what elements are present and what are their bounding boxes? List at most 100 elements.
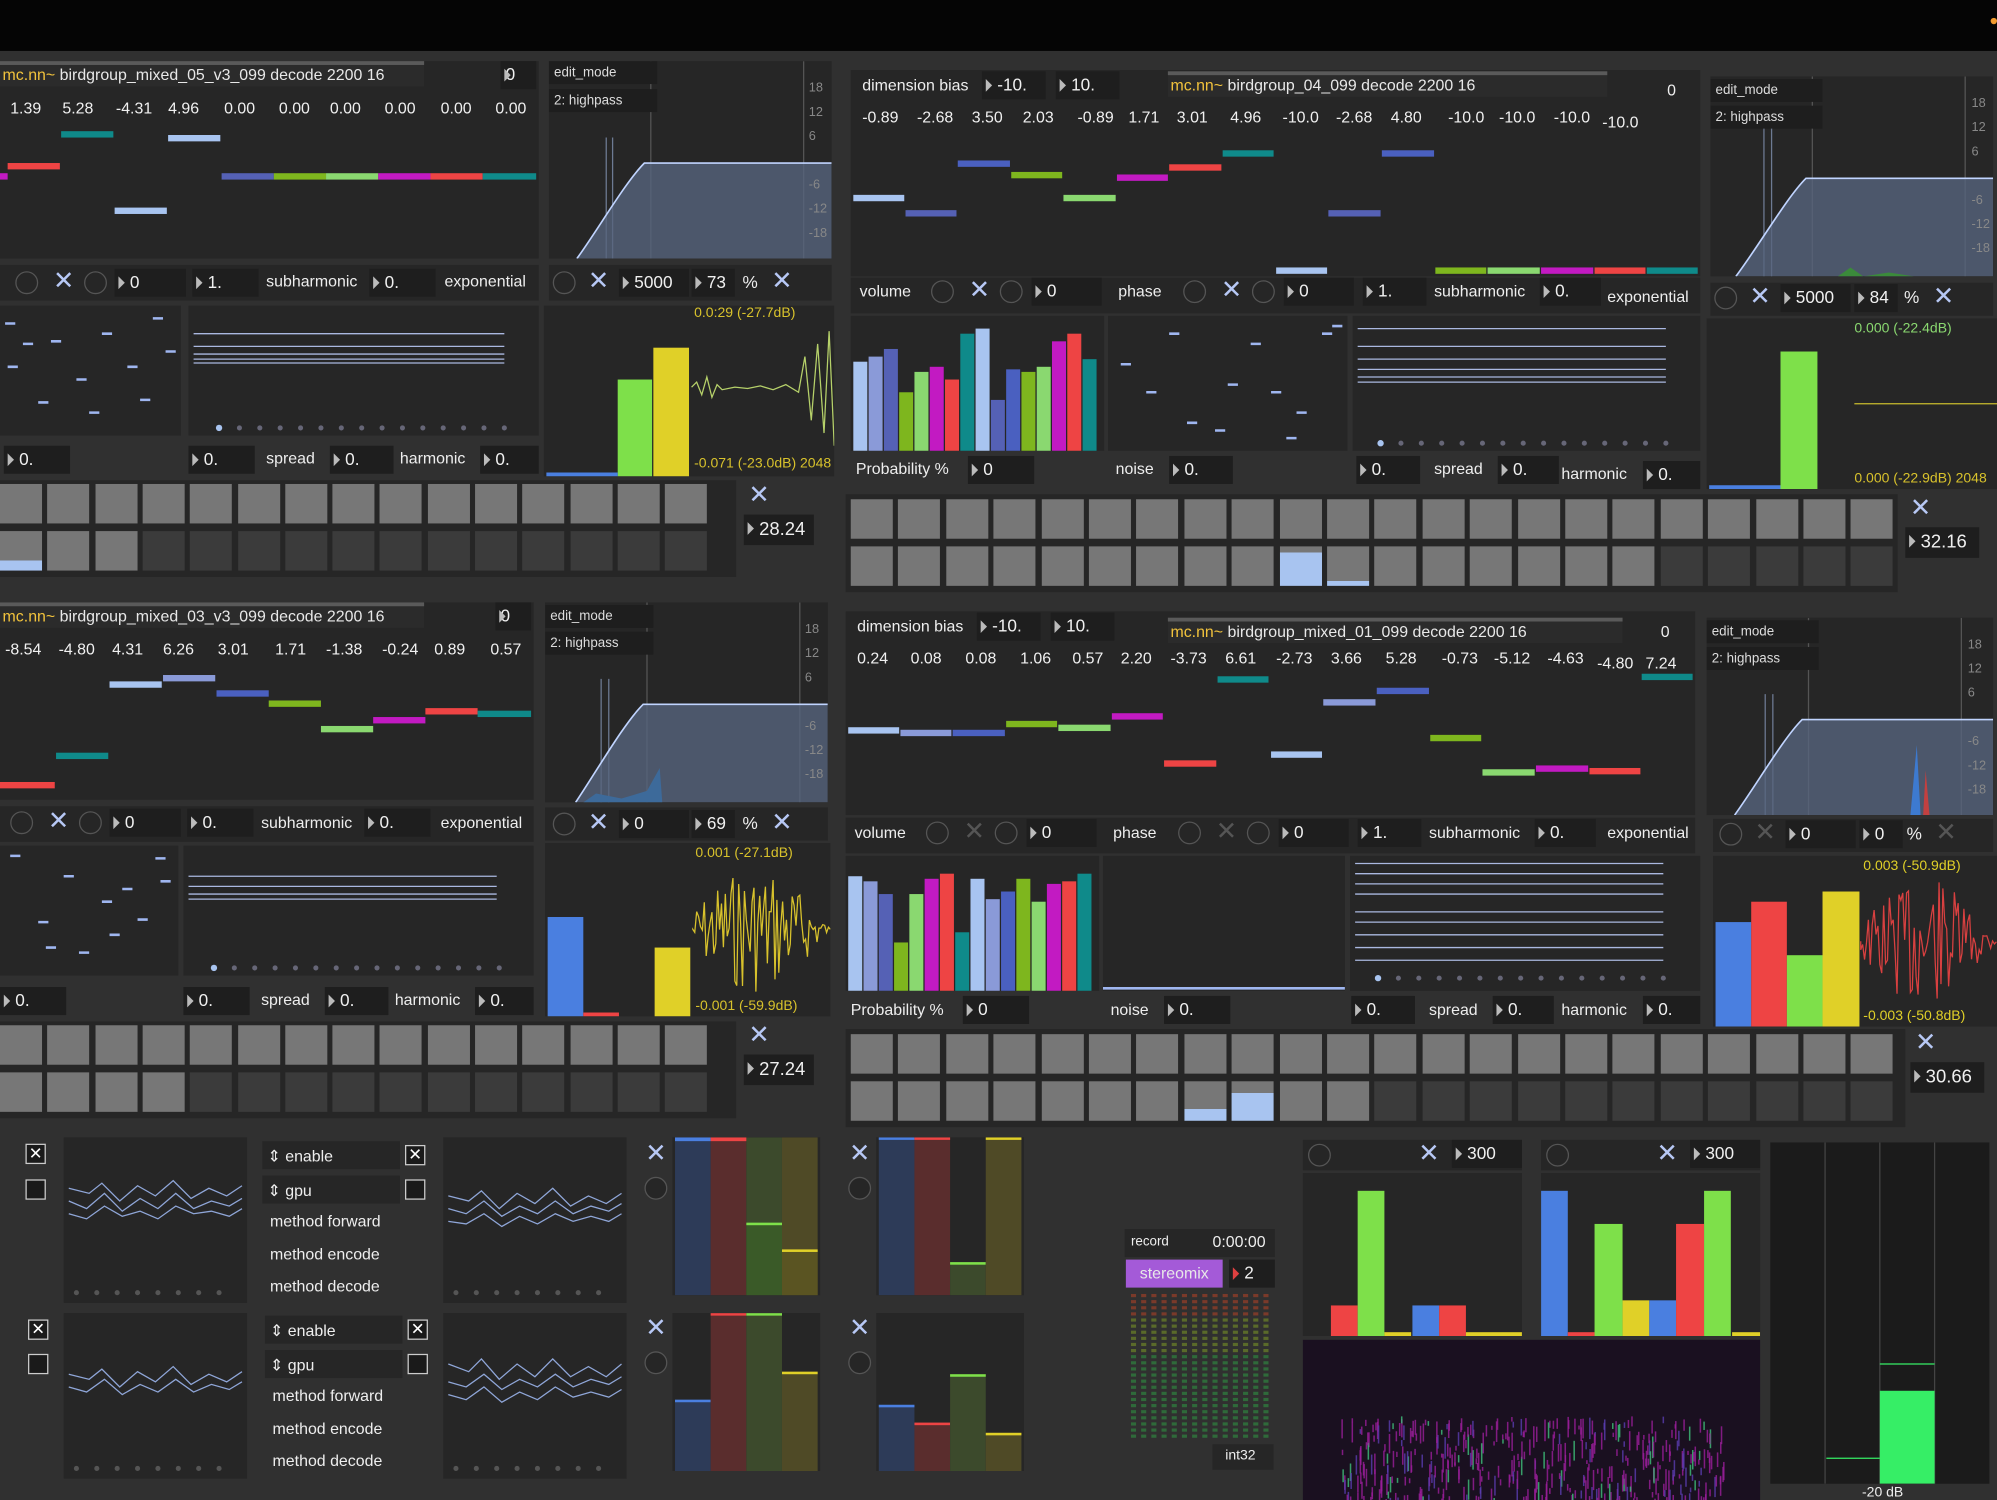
slider-bar[interactable] <box>952 729 1005 737</box>
slider-bar[interactable] <box>1116 174 1168 181</box>
sequencer-step[interactable] <box>1327 1081 1370 1121</box>
slider-bar[interactable] <box>1011 171 1063 179</box>
tempo-number[interactable]: 28.24 <box>743 514 814 546</box>
subharmonic-number[interactable]: 0. <box>1539 277 1601 306</box>
sequencer-step[interactable] <box>1565 546 1608 586</box>
sequencer-step[interactable] <box>1231 1034 1274 1074</box>
close-icon[interactable]: ✕ <box>586 269 611 295</box>
scope-number[interactable]: 300 <box>1690 1139 1761 1168</box>
toggle-button[interactable] <box>1714 286 1738 310</box>
sequencer-step[interactable] <box>1517 546 1560 586</box>
slider-bar[interactable] <box>1164 760 1217 767</box>
sequencer-step[interactable] <box>237 531 280 571</box>
slider-bar[interactable] <box>853 194 905 202</box>
sequencer-step[interactable] <box>1327 1034 1370 1074</box>
slider-bar[interactable] <box>61 131 114 138</box>
sequencer-step[interactable] <box>1422 1034 1465 1074</box>
harmonic-number[interactable]: 0. <box>480 445 539 474</box>
close-icon[interactable]: ✕ <box>746 483 771 509</box>
sequencer-step[interactable] <box>898 499 941 539</box>
subharmonic-number[interactable]: 0. <box>1534 818 1596 847</box>
filter-type-menu[interactable]: 2: highpass <box>1710 105 1823 129</box>
sequencer-step[interactable] <box>665 483 708 524</box>
sequencer-step[interactable] <box>1279 499 1322 539</box>
sequencer-step[interactable] <box>1755 1081 1798 1121</box>
subharmonic-number[interactable]: 0. <box>364 808 431 837</box>
sequencer-step[interactable] <box>95 531 138 571</box>
sequencer-step[interactable] <box>1755 499 1798 539</box>
sequencer-step[interactable] <box>427 1025 470 1065</box>
sequencer-step[interactable] <box>1184 499 1227 539</box>
number-box[interactable]: 1. <box>1357 818 1422 847</box>
number-box[interactable]: 1. <box>1362 277 1427 306</box>
sequencer-step[interactable] <box>1041 1081 1084 1121</box>
slider-bar[interactable] <box>378 173 431 180</box>
slider-bar[interactable] <box>273 173 327 180</box>
sequencer-step[interactable] <box>946 1034 989 1074</box>
sequencer-step[interactable] <box>332 483 375 524</box>
sequencer-step[interactable] <box>380 1025 423 1065</box>
sequencer-step[interactable] <box>1803 1034 1846 1074</box>
toggle-button[interactable] <box>999 280 1023 304</box>
number-box[interactable]: 0. <box>187 808 254 837</box>
slider-bar[interactable] <box>320 725 374 733</box>
sequencer-step[interactable] <box>380 483 423 524</box>
slider-bar[interactable] <box>1646 267 1698 274</box>
sequencer-step[interactable] <box>237 1072 280 1112</box>
sequencer-step[interactable] <box>570 531 613 571</box>
toggle-button[interactable] <box>10 811 34 835</box>
sequencer-step[interactable] <box>237 483 280 524</box>
close-icon[interactable]: ✕ <box>746 1023 771 1049</box>
close-icon[interactable]: ✕ <box>769 810 794 836</box>
toggle-button[interactable] <box>1307 1143 1331 1167</box>
sequencer-step[interactable] <box>332 1072 375 1112</box>
close-icon[interactable]: ✕ <box>1219 278 1244 304</box>
sequencer-step[interactable] <box>47 1025 90 1065</box>
sequencer-step[interactable] <box>1469 1081 1513 1121</box>
spread-number[interactable]: 0. <box>1497 455 1559 484</box>
close-icon[interactable]: ✕ <box>847 1141 872 1167</box>
sequencer-step[interactable] <box>142 1072 185 1112</box>
sequencer-step[interactable] <box>1088 499 1131 539</box>
sequencer-step[interactable] <box>285 1072 328 1112</box>
gpu-checkbox[interactable] <box>405 1179 426 1200</box>
stereomix-button[interactable]: stereomix <box>1125 1259 1223 1288</box>
toggle-button[interactable] <box>1178 821 1202 845</box>
sequencer-step[interactable] <box>898 1034 941 1074</box>
sequencer-step[interactable] <box>1612 546 1655 586</box>
sequencer-step[interactable] <box>570 1072 613 1112</box>
sequencer-step[interactable] <box>946 1081 989 1121</box>
sequencer-step[interactable] <box>617 531 660 571</box>
q-number[interactable]: 0 <box>1859 820 1903 849</box>
toggle-button[interactable] <box>848 1351 872 1375</box>
sequencer-step[interactable] <box>47 1072 90 1112</box>
record-label[interactable]: record <box>1131 1234 1169 1249</box>
slider-bar[interactable] <box>216 690 269 697</box>
sequencer-step[interactable] <box>0 531 43 571</box>
slider-bar[interactable] <box>1594 267 1646 274</box>
close-icon[interactable]: ✕ <box>46 809 71 835</box>
sequencer-step[interactable] <box>285 531 328 571</box>
sequencer-step[interactable] <box>1469 499 1513 539</box>
sequencer-step[interactable] <box>946 499 989 539</box>
sequencer-step[interactable] <box>1231 499 1274 539</box>
close-icon[interactable]: ✕ <box>51 269 76 295</box>
object-box-title[interactable]: mc.nn~ birdgroup_mixed_01_099 decode 220… <box>1167 617 1623 644</box>
sequencer-step[interactable] <box>522 531 565 571</box>
close-icon[interactable]: ✕ <box>1416 1141 1441 1167</box>
sequencer-step[interactable] <box>850 499 893 539</box>
slider-bar[interactable] <box>1328 210 1381 217</box>
slider-bar[interactable] <box>0 781 55 789</box>
multislider-panel[interactable] <box>0 602 534 800</box>
sequencer-step[interactable] <box>95 483 138 524</box>
filter-graph[interactable]: edit_mode 2: highpass 18 12 6 -6 -12 -18 <box>1710 76 1994 277</box>
sequencer-step[interactable] <box>850 1081 893 1121</box>
sequencer-step[interactable] <box>190 1025 233 1065</box>
slider-bar[interactable] <box>1111 713 1163 720</box>
sequencer-step[interactable] <box>1565 1081 1608 1121</box>
enable-checkbox[interactable]: ✕ <box>405 1144 426 1166</box>
sequencer-step[interactable] <box>1231 546 1274 586</box>
sequencer-step[interactable] <box>1184 546 1227 586</box>
sequencer-step[interactable] <box>570 1025 613 1065</box>
sequencer-step[interactable] <box>993 1081 1036 1121</box>
